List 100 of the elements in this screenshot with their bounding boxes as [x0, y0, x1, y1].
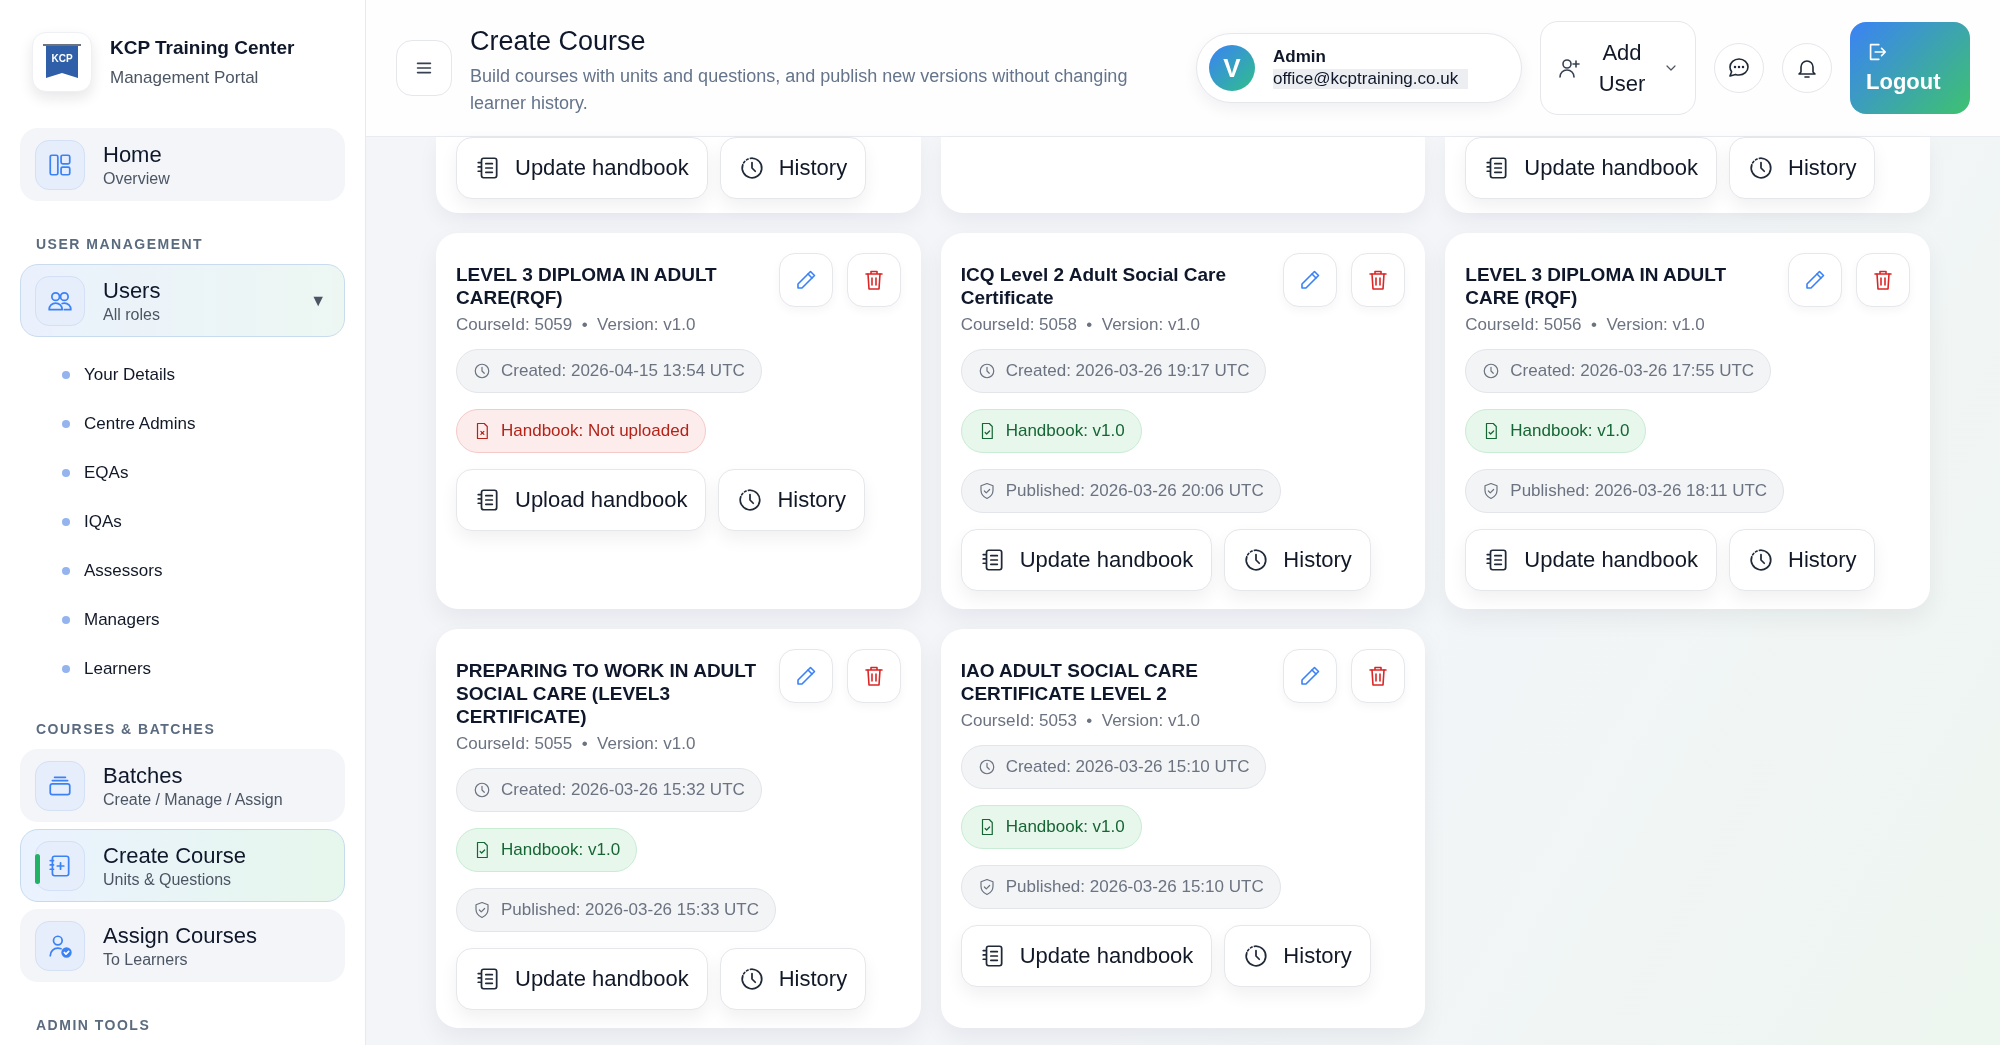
clock-icon	[473, 362, 491, 380]
nav-subitem[interactable]: EQAs	[56, 448, 135, 497]
published-text: Published: 2026-03-26 15:33 UTC	[501, 900, 759, 920]
bullet-icon	[62, 370, 70, 379]
section-label: COURSES & BATCHES	[36, 721, 217, 737]
nav-subitem[interactable]: Learners	[56, 644, 158, 693]
nav-item[interactable]: Home Overview	[20, 128, 345, 201]
avatar: V	[1209, 45, 1255, 91]
brand-subtitle: Management Portal	[110, 67, 260, 88]
edit-button[interactable]	[778, 253, 833, 307]
edit-button[interactable]	[1283, 649, 1338, 703]
shield-check-icon	[473, 901, 491, 919]
handbook-text: Handbook: Not uploaded	[501, 421, 690, 441]
edit-button[interactable]	[778, 649, 833, 703]
course-title: LEVEL 3 DIPLOMA IN ADULT CARE(RQF)	[456, 263, 718, 309]
user-name: Admin	[1273, 47, 1327, 67]
trash-icon	[1871, 268, 1895, 292]
update-handbook-button[interactable]: Update handbook	[1465, 137, 1718, 199]
history-icon	[738, 966, 765, 992]
created-text: Created: 2026-03-26 15:10 UTC	[1005, 757, 1250, 777]
handbook-text: Handbook: v1.0	[1005, 421, 1125, 441]
created-text: Created: 2026-03-26 17:55 UTC	[1510, 361, 1755, 381]
nav-subitem[interactable]: Centre Admins	[56, 399, 202, 448]
course-meta: CourseId: 5058 • Version: v1.0	[960, 315, 1201, 335]
course-meta: CourseId: 5056 • Version: v1.0	[1465, 315, 1705, 335]
notebook-icon	[47, 852, 73, 879]
nav-item[interactable]: Users All roles ▼	[20, 264, 345, 337]
upload-handbook-button[interactable]: Upload handbook	[456, 469, 707, 531]
list-document-icon	[475, 966, 501, 992]
list-document-icon	[979, 547, 1006, 573]
user-chip[interactable]: V Admin office@kcptraining.co.uk	[1196, 33, 1522, 103]
handbook-text: Handbook: v1.0	[501, 840, 621, 860]
nav-subitem[interactable]: IQAs	[56, 497, 128, 546]
nav-item[interactable]: Batches Create / Manage / Assign	[20, 749, 345, 822]
chat-button[interactable]	[1714, 43, 1764, 93]
nav-subitem[interactable]: Assessors	[56, 546, 169, 595]
shield-check-icon	[977, 482, 996, 500]
delete-button[interactable]	[1351, 253, 1406, 307]
delete-button[interactable]	[1856, 253, 1910, 307]
list-document-icon	[475, 487, 501, 513]
dashboard-icon	[47, 151, 73, 178]
published-text: Published: 2026-03-26 20:06 UTC	[1005, 481, 1264, 501]
bullet-icon	[62, 615, 70, 624]
history-icon	[1748, 155, 1775, 181]
history-button[interactable]: History	[1729, 529, 1876, 591]
user-check-icon	[47, 932, 73, 959]
menu-button[interactable]	[396, 40, 452, 96]
edit-button[interactable]	[1283, 253, 1338, 307]
user-email: office@kcptraining.co.uk	[1273, 69, 1469, 89]
clock-icon	[473, 781, 491, 799]
history-icon	[737, 487, 764, 513]
edit-button[interactable]	[1788, 253, 1842, 307]
nav-subitem[interactable]: Managers	[56, 595, 166, 644]
nav-subitem[interactable]: Your Details	[56, 350, 182, 399]
nav-item[interactable]: Assign Courses To Learners	[20, 909, 345, 982]
bullet-icon	[62, 517, 70, 526]
created-text: Created: 2026-03-26 15:32 UTC	[501, 780, 745, 800]
chat-icon	[1727, 56, 1751, 80]
handbook-text: Handbook: v1.0	[1005, 817, 1125, 837]
nav-item[interactable]: Create Course Units & Questions	[20, 829, 345, 902]
course-meta: CourseId: 5059 • Version: v1.0	[456, 315, 696, 335]
history-button[interactable]: History	[718, 469, 865, 531]
clock-icon	[1482, 362, 1501, 380]
bullet-icon	[62, 566, 70, 575]
update-handbook-button[interactable]: Update handbook	[960, 529, 1213, 591]
add-user-button[interactable]: Add User	[1540, 21, 1696, 115]
page-subtitle: Build courses with units and questions, and publish new versions without changing learner history.	[470, 65, 1129, 115]
history-button[interactable]: History	[1224, 529, 1371, 591]
published-text: Published: 2026-03-26 18:11 UTC	[1510, 481, 1768, 501]
delete-button[interactable]	[846, 649, 901, 703]
bullet-icon	[62, 419, 70, 428]
update-handbook-button[interactable]: Update handbook	[960, 925, 1213, 987]
user-plus-icon	[1557, 56, 1581, 80]
update-handbook-button[interactable]: Update handbook	[1465, 529, 1718, 591]
update-handbook-button[interactable]: Update handbook	[456, 948, 708, 1010]
clock-icon	[977, 362, 996, 380]
course-title: ICQ Level 2 Adult Social Care Certificate	[960, 263, 1228, 309]
delete-button[interactable]	[1351, 649, 1406, 703]
section-label: ADMIN TOOLS	[36, 1017, 152, 1033]
history-button[interactable]: History	[719, 137, 867, 199]
course-meta: CourseId: 5053 • Version: v1.0	[960, 711, 1201, 731]
update-handbook-button[interactable]: Update handbook	[456, 137, 708, 199]
active-indicator	[35, 854, 40, 884]
course-title: IAO ADULT SOCIAL CARE CERTIFICATE LEVEL 2	[960, 659, 1199, 705]
history-icon	[1243, 943, 1270, 969]
course-meta: CourseId: 5055 • Version: v1.0	[456, 734, 696, 754]
delete-button[interactable]	[846, 253, 901, 307]
published-text: Published: 2026-03-26 15:10 UTC	[1005, 877, 1264, 897]
clock-icon	[977, 758, 996, 776]
course-title: PREPARING TO WORK IN ADULT SOCIAL CARE (LEVEL3 CERTIFICATE)	[456, 659, 758, 728]
history-icon	[1243, 547, 1270, 573]
bullet-icon	[62, 664, 70, 673]
history-button[interactable]: History	[1224, 925, 1371, 987]
handbook-text: Handbook: v1.0	[1510, 421, 1630, 441]
page-title: Create Course	[470, 26, 647, 57]
created-text: Created: 2026-03-26 19:17 UTC	[1005, 361, 1250, 381]
history-button[interactable]: History	[1729, 137, 1876, 199]
notification-button[interactable]	[1782, 43, 1832, 93]
shield-check-icon	[977, 878, 996, 896]
history-button[interactable]: History	[719, 948, 867, 1010]
